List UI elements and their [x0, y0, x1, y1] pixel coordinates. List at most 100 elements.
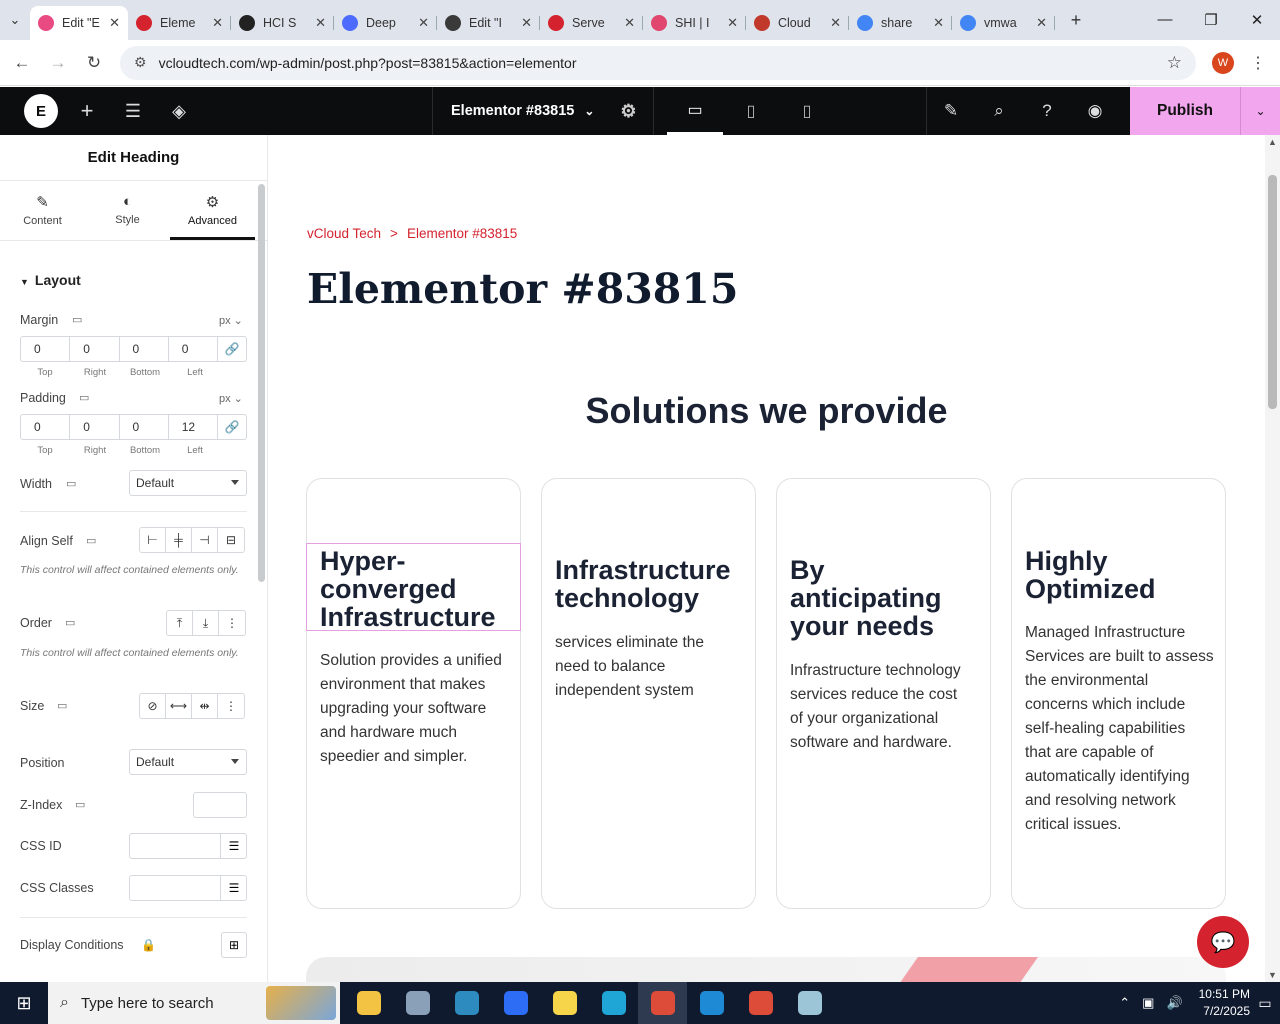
padding-left-input[interactable]: 12 [169, 415, 218, 439]
close-tab-icon[interactable]: ✕ [1036, 15, 1047, 31]
tab-content[interactable]: ✎ Content [0, 181, 85, 240]
close-tab-icon[interactable]: ✕ [933, 15, 944, 31]
show-hidden-icons-icon[interactable]: ⌃ [1119, 995, 1130, 1011]
tab-search-chevron-icon[interactable]: ⌄ [0, 5, 30, 35]
sticky-notes-icon[interactable] [540, 982, 589, 1024]
responsive-monitor-icon[interactable]: ▭ [79, 391, 89, 404]
volume-icon[interactable]: 🔊 [1166, 995, 1182, 1011]
site-info-icon[interactable]: ⚙ [134, 54, 147, 71]
responsive-monitor-icon[interactable]: ▭ [72, 313, 82, 326]
canvas-scrollbar[interactable]: ▲ ▼ [1265, 135, 1280, 982]
more-options-icon[interactable]: ⋮ [218, 694, 244, 718]
chrome-icon[interactable] [736, 982, 785, 1024]
preview-eye-icon[interactable]: ◉ [1071, 87, 1119, 135]
url-field[interactable]: ⚙ vcloudtech.com/wp-admin/post.php?post=… [120, 45, 1196, 80]
section-heading[interactable]: Solutions we provide [268, 390, 1265, 432]
browser-tab[interactable]: Serve ✕ [540, 6, 643, 40]
mobile-icon[interactable]: ▯ [779, 87, 835, 135]
clock[interactable]: 10:51 PM 7/2/2025 [1199, 986, 1250, 1020]
browser-menu-icon[interactable]: ⋮ [1250, 53, 1266, 73]
more-options-icon[interactable]: ⋮ [219, 611, 245, 635]
card[interactable]: By anticipating your needs Infrastructur… [776, 478, 991, 909]
size-grow-icon[interactable]: ⟷ [166, 694, 192, 718]
page-settings-gear-icon[interactable]: ⚙ [620, 101, 636, 122]
scroll-down-arrow-icon[interactable]: ▼ [1268, 970, 1277, 980]
size-shrink-icon[interactable]: ⇹ [192, 694, 218, 718]
app-icon[interactable] [442, 982, 491, 1024]
app-icon[interactable] [785, 982, 834, 1024]
windows-start-icon[interactable]: ⊞ [0, 993, 48, 1014]
close-tab-icon[interactable]: ✕ [418, 15, 429, 31]
size-none-icon[interactable]: ⊘ [140, 694, 166, 718]
tablet-icon[interactable]: ▯ [723, 87, 779, 135]
card-heading[interactable]: Infrastructure technology [555, 556, 731, 612]
zoom-icon[interactable] [491, 982, 540, 1024]
elementor-logo-icon[interactable]: E [24, 94, 58, 128]
align-center-icon[interactable]: ╪ [166, 528, 192, 552]
browser-tab[interactable]: Eleme ✕ [128, 6, 231, 40]
layout-section-toggle[interactable]: ▼ Layout [20, 272, 81, 288]
position-select[interactable]: Default [129, 749, 247, 775]
responsive-monitor-icon[interactable]: ▭ [75, 798, 85, 811]
responsive-monitor-icon[interactable]: ▭ [86, 534, 96, 547]
margin-top-input[interactable]: 0 [21, 337, 71, 361]
file-explorer-icon[interactable] [344, 982, 393, 1024]
notifications-icon[interactable]: ▭ [1250, 995, 1280, 1012]
reload-icon[interactable]: ↻ [76, 53, 112, 73]
responsive-monitor-icon[interactable]: ▭ [65, 616, 75, 629]
forward-arrow-icon[interactable]: → [40, 53, 76, 73]
app-icon[interactable] [393, 982, 442, 1024]
breadcrumb-link[interactable]: vCloud Tech [307, 226, 381, 241]
dynamic-tags-icon[interactable]: ☰ [220, 833, 247, 859]
browser-tab[interactable]: Deep ✕ [334, 6, 437, 40]
close-tab-icon[interactable]: ✕ [109, 15, 120, 31]
card-heading[interactable]: By anticipating your needs [790, 556, 942, 640]
card[interactable]: Hyper- converged Infrastructure Solution… [306, 478, 521, 909]
responsive-monitor-icon[interactable]: ▭ [66, 477, 76, 490]
browser-tab[interactable]: Edit "E ✕ [30, 6, 128, 40]
restore-icon[interactable]: ❐ [1188, 11, 1234, 29]
bookmark-star-icon[interactable]: ☆ [1167, 53, 1182, 73]
browser-tab[interactable]: vmwa ✕ [952, 6, 1055, 40]
close-window-icon[interactable]: ✕ [1234, 11, 1280, 29]
network-icon[interactable]: ▣ [1142, 995, 1154, 1011]
structure-layers-icon[interactable]: ◈ [156, 101, 202, 122]
align-stretch-icon[interactable]: ⊟ [218, 528, 244, 552]
browser-tab[interactable]: SHI | I ✕ [643, 6, 746, 40]
close-tab-icon[interactable]: ✕ [315, 15, 326, 31]
taskbar-search[interactable]: ⌕ Type here to search [48, 982, 340, 1024]
close-tab-icon[interactable]: ✕ [624, 15, 635, 31]
card[interactable]: Infrastructure technology services elimi… [541, 478, 756, 909]
publish-button[interactable]: Publish [1130, 87, 1240, 135]
chrome-icon[interactable] [638, 982, 687, 1024]
site-settings-sliders-icon[interactable]: ☰ [110, 101, 156, 122]
browser-tab[interactable]: Cloud ✕ [746, 6, 849, 40]
document-title[interactable]: Elementor #83815 ⌄ ⚙ [432, 87, 654, 135]
profile-avatar[interactable]: W [1212, 51, 1234, 74]
order-last-icon[interactable]: ⤓ [193, 611, 219, 635]
responsive-monitor-icon[interactable]: ▭ [57, 699, 67, 712]
align-end-icon[interactable]: ⊣ [192, 528, 218, 552]
scroll-up-arrow-icon[interactable]: ▲ [1268, 137, 1277, 147]
card[interactable]: Highly Optimized Managed Infrastructure … [1011, 478, 1226, 909]
close-tab-icon[interactable]: ✕ [212, 15, 223, 31]
new-tab-plus-icon[interactable]: + [1061, 5, 1091, 35]
margin-left-input[interactable]: 0 [169, 337, 218, 361]
align-start-icon[interactable]: ⊢ [140, 528, 166, 552]
vscode-icon[interactable] [687, 982, 736, 1024]
margin-bottom-input[interactable]: 0 [120, 337, 169, 361]
desktop-icon[interactable]: ▭ [667, 87, 723, 135]
padding-top-input[interactable]: 0 [21, 415, 71, 439]
publish-options-chevron-icon[interactable]: ⌄ [1240, 87, 1280, 135]
browser-tab[interactable]: Edit "I ✕ [437, 6, 540, 40]
browser-tab[interactable]: HCI S ✕ [231, 6, 334, 40]
margin-unit-select[interactable]: px ⌄ [219, 314, 243, 327]
panel-scrollbar[interactable] [258, 184, 265, 582]
margin-right-input[interactable]: 0 [70, 337, 120, 361]
search-icon[interactable]: ⌕ [975, 87, 1023, 135]
back-arrow-icon[interactable]: ← [4, 53, 40, 73]
notes-icon[interactable]: ✎ [927, 87, 975, 135]
edge-icon[interactable] [589, 982, 638, 1024]
link-values-icon[interactable]: 🔗 [218, 337, 246, 361]
close-tab-icon[interactable]: ✕ [830, 15, 841, 31]
